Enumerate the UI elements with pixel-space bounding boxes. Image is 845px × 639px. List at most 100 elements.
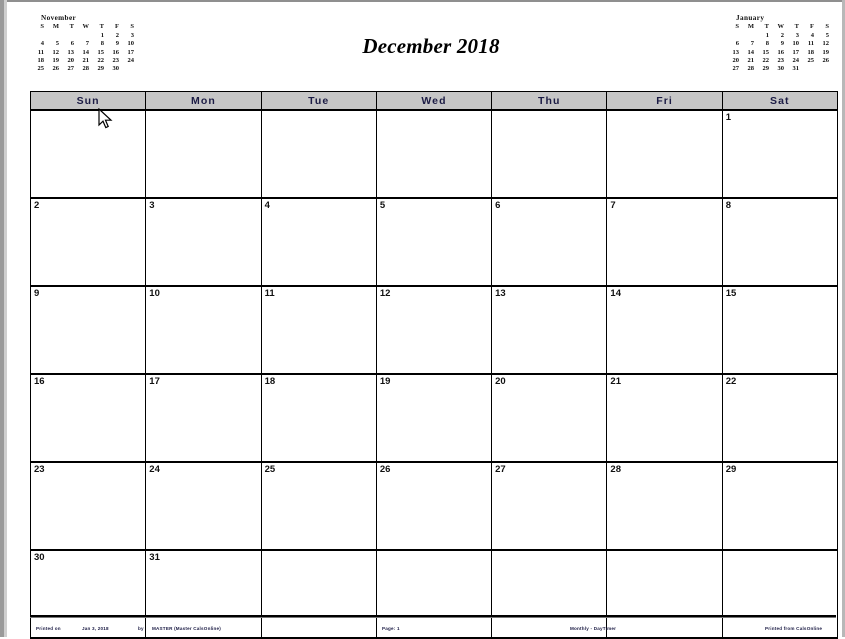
day-cell[interactable]: 18 bbox=[260, 374, 377, 463]
weekday-header-sat: Sat bbox=[721, 91, 839, 111]
weekday-header-sun: Sun bbox=[29, 91, 147, 111]
day-number: 12 bbox=[379, 288, 391, 299]
month-grid: Sun Mon Tue Wed Thu Fri Sat 1 2 3 4 5 6 7 8 9 10 11 12 13 1… bbox=[29, 91, 839, 639]
day-cell[interactable]: 14 bbox=[606, 286, 723, 375]
week-row: 23 24 25 26 27 28 29 bbox=[29, 462, 839, 551]
mini-day-cell: 21 bbox=[747, 57, 755, 65]
mini-day-cell: 16 bbox=[777, 48, 785, 56]
weekday-header-thu: Thu bbox=[491, 91, 608, 111]
mini-day-cell: 5 bbox=[825, 31, 829, 39]
footer-author: MASTER (Master CalsOnline) bbox=[152, 626, 222, 631]
day-cell-empty[interactable] bbox=[260, 110, 377, 199]
day-cell[interactable]: 22 bbox=[721, 374, 839, 463]
day-cell[interactable]: 6 bbox=[491, 198, 608, 287]
mini-day-cell: 30 bbox=[777, 65, 785, 73]
day-cell[interactable]: 19 bbox=[375, 374, 493, 463]
day-cell[interactable]: 11 bbox=[260, 286, 377, 375]
day-number: 10 bbox=[149, 288, 160, 299]
january-mini-calendar-dow-row: SMTWTFS bbox=[726, 23, 844, 31]
mini-dow-cell: T bbox=[794, 23, 799, 31]
day-cell[interactable]: 16 bbox=[29, 374, 147, 463]
mini-day-cell: 23 bbox=[777, 57, 785, 65]
mini-day-cell: 12 bbox=[822, 40, 830, 48]
mini-day-cell: 10 bbox=[792, 40, 800, 48]
day-cell[interactable]: 29 bbox=[721, 462, 839, 551]
footer-printed-date: Jan 3, 2018 bbox=[82, 626, 109, 631]
mini-dow-cell: T bbox=[99, 23, 104, 31]
footer-page-number: Page: 1 bbox=[382, 626, 400, 631]
day-cell[interactable]: 7 bbox=[606, 198, 723, 287]
day-cell[interactable]: 17 bbox=[145, 374, 262, 463]
footer-source: Printed from CalsOnline bbox=[765, 626, 823, 631]
mini-day-cell: 9 bbox=[780, 40, 784, 48]
day-cell[interactable]: 26 bbox=[375, 462, 493, 551]
day-cell[interactable]: 24 bbox=[145, 462, 262, 551]
day-cell[interactable]: 1 bbox=[721, 110, 839, 199]
mini-day-cell: 13 bbox=[732, 48, 740, 56]
day-cell-empty[interactable] bbox=[375, 110, 493, 199]
day-number: 25 bbox=[264, 464, 276, 475]
mini-dow-cell: S bbox=[130, 23, 134, 31]
mini-day-cell: 17 bbox=[792, 48, 800, 56]
month-grid-body: 1 2 3 4 5 6 7 8 9 10 11 12 13 14 15 16 17 18 19 20 21 22 23 24 2… bbox=[29, 110, 839, 639]
day-cell[interactable]: 12 bbox=[375, 286, 493, 375]
day-number: 14 bbox=[610, 288, 621, 299]
day-cell[interactable]: 28 bbox=[606, 462, 723, 551]
day-number: 22 bbox=[725, 376, 737, 387]
window-top-edge bbox=[0, 0, 845, 2]
mini-day-cell-empty bbox=[726, 32, 741, 40]
mini-dow-cell: M bbox=[747, 23, 754, 31]
footer-divider bbox=[30, 615, 836, 618]
day-cell[interactable]: 5 bbox=[375, 198, 493, 287]
day-cell[interactable]: 15 bbox=[721, 286, 839, 375]
mini-day-cell: 29 bbox=[762, 65, 770, 73]
january-mini-calendar-days: 1 2 3 4 5 6 7 8 9 10 11 12 13 14 15 16 17 18 19 20 21 22 23 24 2… bbox=[726, 32, 844, 74]
mini-day-cell-empty bbox=[121, 65, 136, 73]
day-cell[interactable]: 3 bbox=[145, 198, 262, 287]
mini-day-cell: 8 bbox=[765, 40, 769, 48]
mini-dow-cell: F bbox=[810, 23, 814, 31]
day-number: 7 bbox=[610, 200, 616, 211]
weekday-header-wed: Wed bbox=[375, 91, 493, 111]
week-row: 9 10 11 12 13 14 15 bbox=[29, 286, 839, 375]
day-number: 4 bbox=[264, 200, 270, 211]
day-cell[interactable]: 13 bbox=[491, 286, 608, 375]
day-cell-empty[interactable] bbox=[29, 110, 147, 199]
day-number: 9 bbox=[34, 288, 40, 299]
mini-day-cell: 11 bbox=[807, 40, 814, 48]
day-number: 24 bbox=[149, 464, 160, 475]
day-number: 20 bbox=[495, 376, 506, 387]
day-cell[interactable]: 21 bbox=[606, 374, 723, 463]
day-cell-empty[interactable] bbox=[491, 110, 608, 199]
day-cell[interactable]: 2 bbox=[29, 198, 147, 287]
mini-day-cell: 28 bbox=[747, 65, 755, 73]
mini-day-cell: 25 bbox=[807, 57, 815, 65]
weekday-header-mon: Mon bbox=[145, 91, 262, 111]
calendar-page: November SMTWTFS 1 2 3 4 5 6 7 8 9 10 11 12 13 14 15 16… bbox=[9, 3, 841, 639]
day-cell[interactable]: 25 bbox=[260, 462, 377, 551]
day-cell-empty[interactable] bbox=[145, 110, 262, 199]
mini-dow-cell: S bbox=[40, 23, 44, 31]
day-number: 21 bbox=[610, 376, 621, 387]
mini-day-cell: 24 bbox=[792, 57, 800, 65]
day-cell[interactable]: 27 bbox=[491, 462, 608, 551]
day-number: 3 bbox=[149, 200, 155, 211]
day-cell[interactable]: 8 bbox=[721, 198, 839, 287]
november-mini-calendar-title: November bbox=[41, 14, 77, 22]
day-cell[interactable]: 20 bbox=[491, 374, 608, 463]
day-number: 8 bbox=[725, 200, 731, 211]
month-grid-container: Sun Mon Tue Wed Thu Fri Sat 1 2 3 4 5 6 7 8 9 10 11 12 13 1… bbox=[29, 91, 839, 639]
mini-day-cell: 1 bbox=[765, 31, 769, 39]
day-cell[interactable]: 9 bbox=[29, 286, 147, 375]
day-number: 18 bbox=[264, 376, 276, 387]
mini-day-cell: 15 bbox=[762, 48, 770, 56]
day-cell-empty[interactable] bbox=[606, 110, 723, 199]
day-cell[interactable]: 4 bbox=[260, 198, 377, 287]
mini-day-cell: 31 bbox=[792, 65, 800, 73]
day-cell[interactable]: 10 bbox=[145, 286, 262, 375]
mini-day-cell: 25 bbox=[37, 65, 45, 73]
page-header: November SMTWTFS 1 2 3 4 5 6 7 8 9 10 11 12 13 14 15 16… bbox=[21, 14, 841, 97]
day-number: 31 bbox=[149, 552, 160, 563]
day-cell[interactable]: 23 bbox=[29, 462, 147, 551]
day-number: 23 bbox=[34, 464, 45, 475]
